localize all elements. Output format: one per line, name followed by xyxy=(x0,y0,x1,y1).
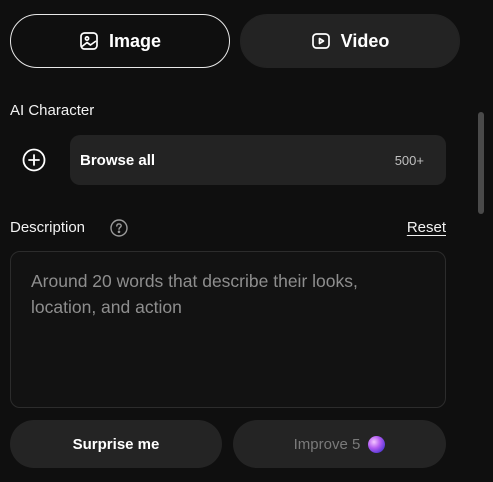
improve-label: Improve 5 xyxy=(293,435,361,453)
image-icon xyxy=(79,31,99,51)
character-count: 500+ xyxy=(394,152,424,168)
reset-link[interactable]: Reset xyxy=(407,219,446,236)
question-circle-icon[interactable] xyxy=(110,219,128,237)
improve-button[interactable]: Improve 5 xyxy=(233,420,446,468)
generation-panel: Image Video AI Character Browse all 500+… xyxy=(0,0,493,482)
tab-image[interactable]: Image xyxy=(10,14,230,68)
mode-tabs: Image Video xyxy=(10,14,460,68)
play-icon xyxy=(311,31,331,51)
description-label: Description xyxy=(10,219,86,236)
browse-label: Browse all xyxy=(80,151,156,169)
browse-characters-button[interactable]: Browse all 500+ xyxy=(70,135,446,185)
gem-icon xyxy=(368,435,386,453)
description-field xyxy=(10,251,446,408)
tab-video-label: Video xyxy=(340,30,390,51)
description-input[interactable] xyxy=(31,268,425,391)
scrollbar-thumb[interactable] xyxy=(478,112,484,214)
tab-image-label: Image xyxy=(108,30,162,51)
surprise-me-button[interactable]: Surprise me xyxy=(10,420,222,468)
plus-circle-icon[interactable] xyxy=(22,148,46,172)
surprise-me-label: Surprise me xyxy=(72,435,160,453)
ai-character-label: AI Character xyxy=(10,102,95,119)
tab-video[interactable]: Video xyxy=(240,14,460,68)
